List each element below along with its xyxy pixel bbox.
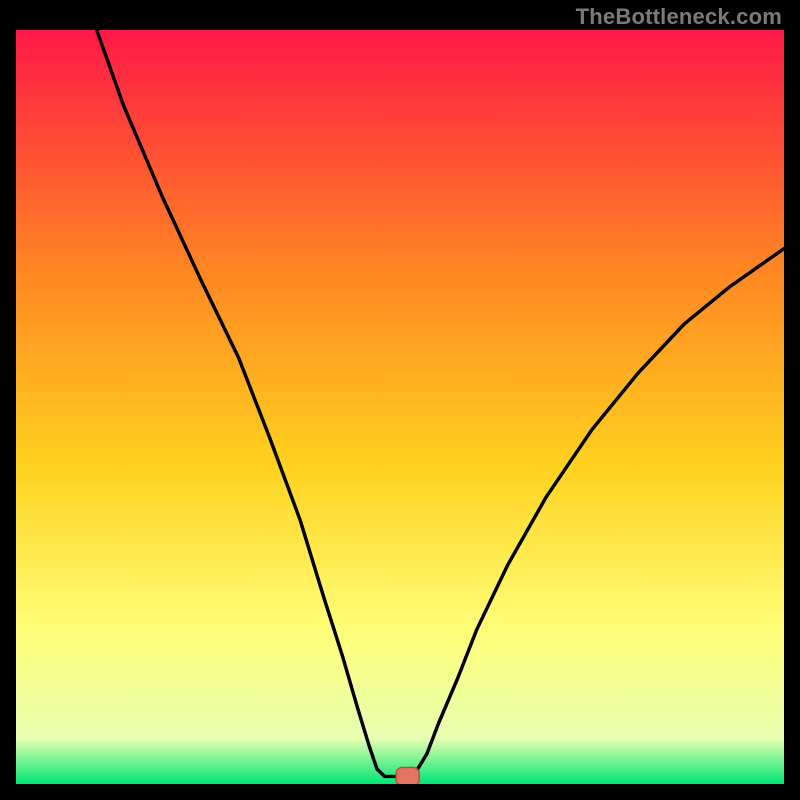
chart-container: TheBottleneck.com (0, 0, 800, 800)
chart-svg (16, 30, 784, 784)
plot-area (16, 30, 784, 784)
watermark-text: TheBottleneck.com (576, 4, 782, 30)
gradient-background (16, 30, 784, 784)
current-point-marker (396, 767, 419, 784)
